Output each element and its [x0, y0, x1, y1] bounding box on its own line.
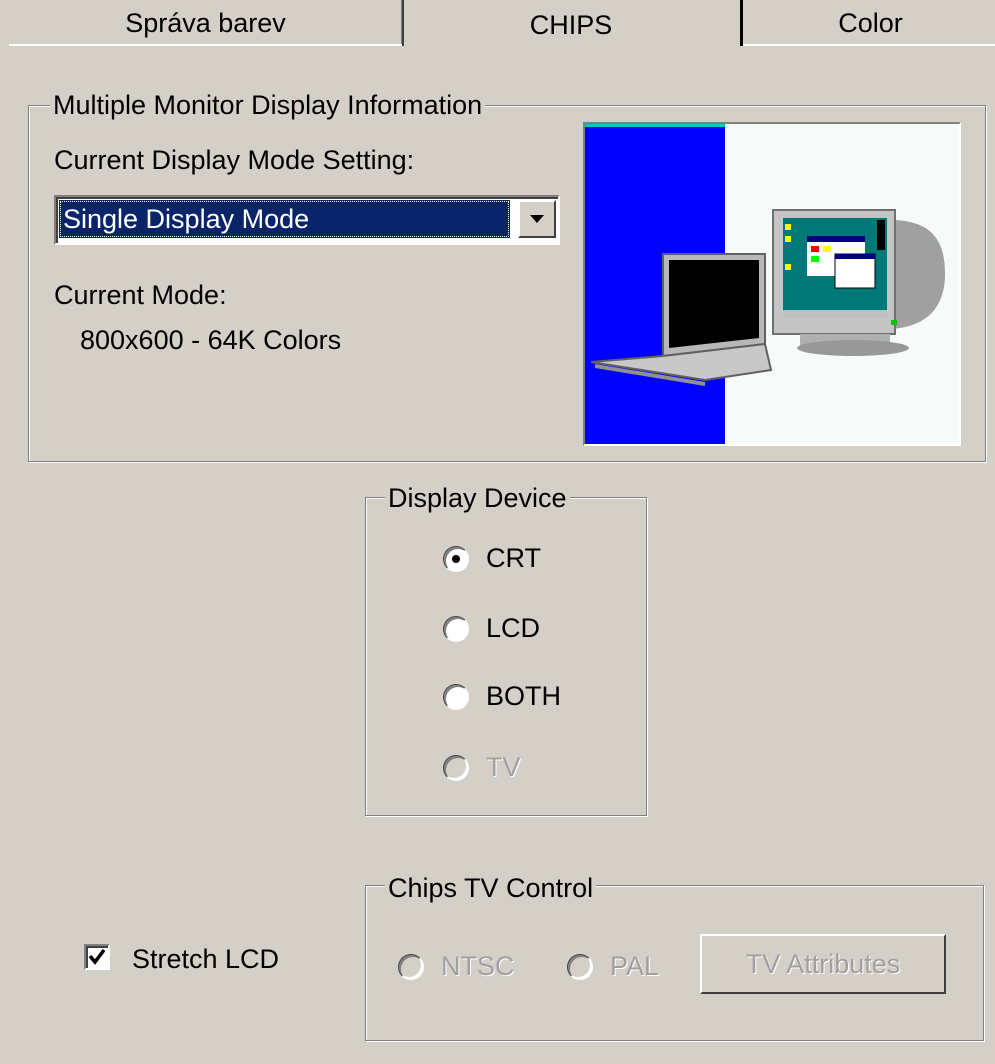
tab-label: Color	[838, 7, 903, 38]
current-mode-value: 800x600 - 64K Colors	[80, 325, 342, 355]
radio-pal[interactable]: PAL	[567, 951, 659, 982]
radio-indicator	[398, 953, 424, 980]
display-preview-image	[583, 122, 961, 446]
checkmark-icon	[88, 948, 106, 965]
radio-indicator	[443, 545, 469, 572]
tv-attributes-label: TV Attributes	[745, 948, 901, 979]
radio-ntsc[interactable]: NTSC	[398, 951, 515, 982]
crt-monitor-icon	[772, 209, 945, 356]
display-mode-value: Single Display Mode	[59, 200, 510, 238]
radio-indicator	[443, 683, 469, 710]
radio-label: NTSC	[441, 951, 515, 981]
tab-color[interactable]: Color	[740, 0, 995, 46]
radio-both[interactable]: BOTH	[443, 681, 561, 712]
radio-label: LCD	[486, 613, 541, 643]
radio-lcd[interactable]: LCD	[443, 613, 540, 644]
radio-indicator	[567, 953, 593, 980]
current-mode-label: Current Mode:	[54, 280, 227, 310]
radio-crt[interactable]: CRT	[443, 543, 541, 574]
multi-monitor-legend: Multiple Monitor Display Information	[50, 92, 486, 119]
tv-control-legend: Chips TV Control	[385, 875, 597, 902]
monitor-illustration	[585, 124, 945, 444]
radio-label: PAL	[610, 951, 660, 981]
radio-label: BOTH	[486, 681, 562, 711]
dropdown-arrow-icon	[530, 215, 544, 223]
stretch-lcd-checkbox[interactable]	[84, 944, 110, 970]
tab-label: Správa barev	[125, 7, 286, 38]
radio-label: TV	[486, 752, 521, 782]
mode-setting-label: Current Display Mode Setting:	[54, 145, 415, 175]
tab-chips[interactable]: CHIPS	[404, 0, 738, 52]
tab-label: CHIPS	[529, 10, 613, 40]
radio-indicator	[443, 754, 469, 781]
radio-tv[interactable]: TV	[443, 752, 521, 783]
stretch-lcd-label[interactable]: Stretch LCD	[132, 946, 279, 973]
tab-sprava-barev[interactable]: Správa barev	[9, 0, 404, 46]
radio-indicator	[443, 615, 469, 642]
display-mode-select[interactable]: Single Display Mode	[54, 195, 560, 245]
tv-attributes-button[interactable]: TV Attributes	[700, 934, 946, 994]
display-device-legend: Display Device	[385, 485, 570, 512]
dropdown-button[interactable]	[518, 200, 556, 238]
radio-label: CRT	[486, 543, 542, 573]
